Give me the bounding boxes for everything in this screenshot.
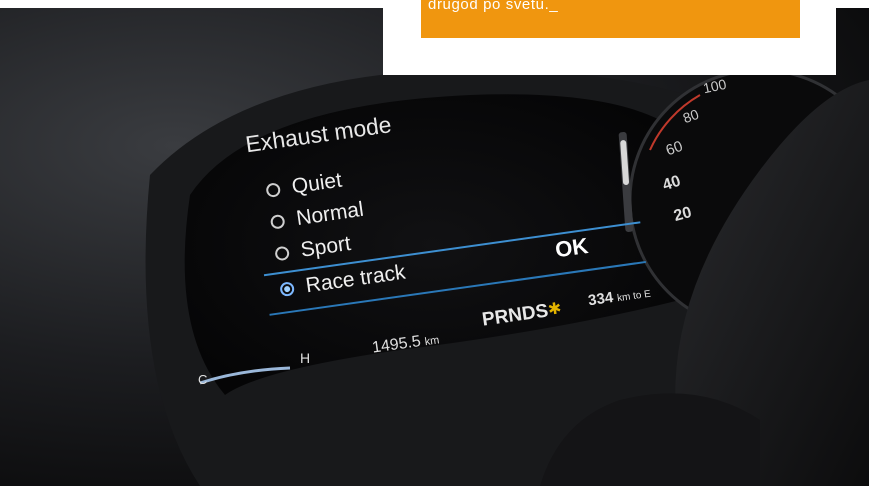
- radio-quiet[interactable]: [265, 182, 282, 198]
- radio-sport[interactable]: [274, 245, 291, 262]
- overlay-text: drugod po svetu._: [428, 0, 559, 13]
- range-value: 334: [587, 288, 615, 310]
- radio-race-track[interactable]: [279, 281, 296, 298]
- gear-light-icon: ✱: [546, 300, 563, 319]
- radio-normal[interactable]: [269, 213, 286, 230]
- dashboard-photo: 100 80 60 40 20 Exhaust mode Quiet Norma…: [0, 0, 869, 486]
- ok-button[interactable]: OK: [554, 233, 590, 263]
- odometer-unit: km: [423, 334, 441, 349]
- temp-low-label: C: [198, 372, 208, 387]
- temp-high-label: H: [300, 350, 311, 366]
